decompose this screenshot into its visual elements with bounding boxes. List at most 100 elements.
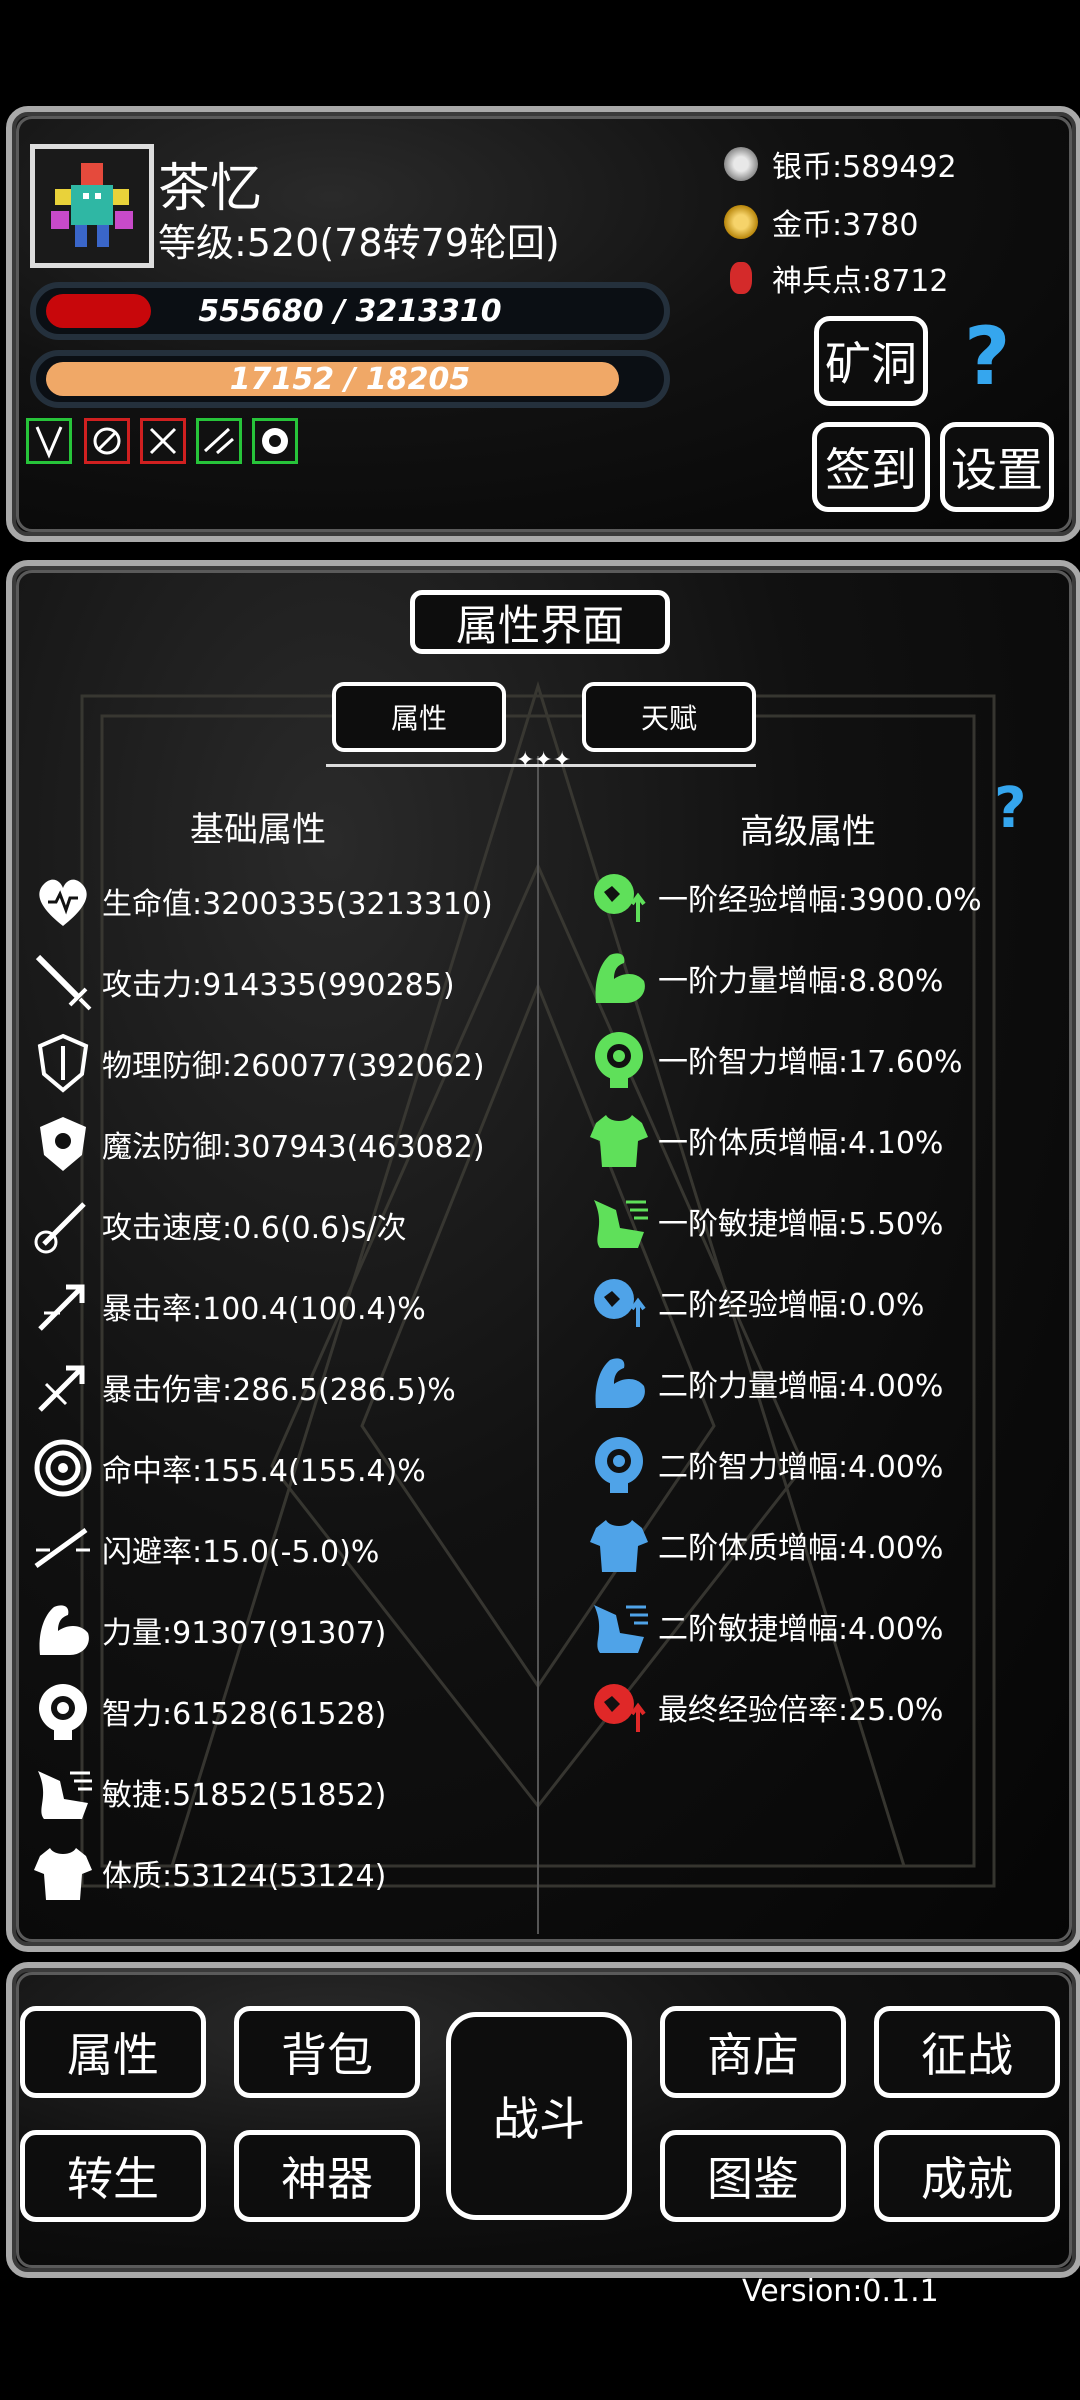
buff-icon-5[interactable] — [252, 418, 298, 464]
nav-codex-button[interactable]: 图鉴 — [660, 2130, 846, 2222]
nav-artifact-button[interactable]: 神器 — [234, 2130, 420, 2222]
arm-icon — [595, 953, 645, 1003]
basic-stat-text: 魔法防御:307943(463082) — [102, 1130, 485, 1165]
boot-icon — [594, 1605, 648, 1653]
avatar-icon — [51, 163, 133, 247]
advanced-stat-row: 二阶敏捷增幅:4.00% — [586, 1593, 943, 1659]
crit-rate-icon — [38, 1284, 85, 1331]
exp-bar: 17152 / 18205 — [30, 350, 670, 408]
attack-speed-icon — [34, 1202, 86, 1254]
nav-conquest-button[interactable]: 征战 — [874, 2006, 1060, 2098]
nav-battle-button[interactable]: 战斗 — [446, 2012, 632, 2220]
advanced-stat-text: 二阶智力增幅:4.00% — [658, 1450, 944, 1485]
basic-stat-text: 力量:91307(91307) — [102, 1616, 387, 1651]
advanced-stat-text: 二阶敏捷增幅:4.00% — [658, 1612, 944, 1647]
gold-coin: 金币:3780 — [724, 200, 918, 244]
nav-rebirth-button[interactable]: 转生 — [20, 2130, 206, 2222]
basic-stat-row: 暴击伤害:286.5(286.5)% — [30, 1354, 456, 1420]
boot-icon — [38, 1771, 92, 1819]
help-icon[interactable]: ? — [964, 310, 1010, 403]
advanced-stat-text: 一阶敏捷增幅:5.50% — [658, 1207, 944, 1242]
advanced-stat-text: 二阶经验增幅:0.0% — [658, 1288, 925, 1323]
panel-help-icon[interactable]: ? — [994, 776, 1026, 841]
basic-stat-text: 攻击速度:0.6(0.6)s/次 — [102, 1211, 407, 1246]
basic-stat-row: 暴击率:100.4(100.4)% — [30, 1273, 426, 1339]
basic-stat-text: 暴击伤害:286.5(286.5)% — [102, 1373, 456, 1408]
avatar[interactable] — [30, 144, 154, 268]
boot-icon — [594, 1200, 648, 1248]
basic-stat-text: 敏捷:51852(51852) — [102, 1778, 387, 1813]
shield-icon — [37, 1033, 89, 1093]
basic-stat-text: 闪避率:15.0(-5.0)% — [102, 1535, 380, 1570]
basic-stat-row: 魔法防御:307943(463082) — [30, 1111, 485, 1177]
heart-icon — [39, 879, 87, 926]
arm-icon — [39, 1605, 89, 1655]
nav-achievement-button[interactable]: 成就 — [874, 2130, 1060, 2222]
advanced-stat-text: 一阶经验增幅:3900.0% — [658, 883, 982, 918]
mine-button[interactable]: 矿洞 — [814, 316, 928, 406]
divine-points: 神兵点:8712 — [724, 256, 948, 300]
settings-button[interactable]: 设置 — [940, 422, 1054, 512]
basic-attributes-title: 基础属性 — [190, 810, 326, 850]
gold-text: 金币:3780 — [772, 208, 919, 243]
player-level: 等级:520(78转79轮回) — [158, 221, 560, 265]
advanced-stat-text: 二阶力量增幅:4.00% — [658, 1369, 944, 1404]
signin-button[interactable]: 签到 — [812, 422, 930, 512]
exp-text: 17152 / 18205 — [229, 361, 471, 397]
basic-stat-text: 攻击力:914335(990285) — [102, 968, 455, 1003]
brain-icon — [595, 1437, 643, 1493]
player-name: 茶忆 — [158, 159, 263, 219]
magic-shield-icon — [40, 1117, 86, 1171]
advanced-stat-row: 二阶经验增幅:0.0% — [586, 1269, 924, 1335]
hp-text: 555680 / 3213310 — [198, 293, 502, 329]
buff-icon-2[interactable] — [84, 418, 130, 464]
tab-attributes[interactable]: 属性 — [332, 682, 506, 752]
sword-icon — [35, 954, 92, 1011]
advanced-attributes-title: 高级属性 — [740, 812, 876, 852]
arm-icon — [595, 1358, 645, 1408]
buff-icon-4[interactable] — [196, 418, 242, 464]
nav-shop-button[interactable]: 商店 — [660, 2006, 846, 2098]
divider-ornament-icon: ✦✦✦ — [516, 748, 572, 773]
advanced-stat-row: 一阶敏捷增幅:5.50% — [586, 1188, 943, 1254]
silver-coin-icon — [724, 147, 758, 181]
crit-damage-icon — [38, 1365, 85, 1412]
advanced-stat-row: 二阶智力增幅:4.00% — [586, 1431, 943, 1497]
nav-attributes-button[interactable]: 属性 — [20, 2006, 206, 2098]
basic-stat-row: 力量:91307(91307) — [30, 1597, 386, 1663]
brain-icon — [39, 1684, 87, 1740]
basic-stat-row: 攻击速度:0.6(0.6)s/次 — [30, 1192, 407, 1258]
silver-coin: 银币:589492 — [724, 142, 957, 186]
buff-icon-1[interactable] — [26, 418, 72, 464]
tab-talent[interactable]: 天赋 — [582, 682, 756, 752]
basic-stat-text: 生命值:3200335(3213310) — [102, 887, 493, 922]
shirt-icon — [590, 1520, 648, 1572]
basic-stat-row: 生命值:3200335(3213310) — [30, 868, 493, 934]
advanced-stat-text: 二阶体质增幅:4.00% — [658, 1531, 944, 1566]
basic-stat-row: 命中率:155.4(155.4)% — [30, 1435, 426, 1501]
basic-stat-row: 物理防御:260077(392062) — [30, 1030, 485, 1096]
advanced-stat-text: 一阶体质增幅:4.10% — [658, 1126, 944, 1161]
advanced-stat-row: 一阶智力增幅:17.60% — [586, 1026, 963, 1092]
version-label: Version:0.1.1 — [742, 2274, 939, 2309]
basic-stat-row: 敏捷:51852(51852) — [30, 1759, 386, 1825]
panel-title: 属性界面 — [410, 590, 670, 654]
buff-icon-3[interactable] — [140, 418, 186, 464]
shirt-icon — [590, 1115, 648, 1167]
basic-stat-text: 物理防御:260077(392062) — [102, 1049, 485, 1084]
basic-stat-text: 智力:61528(61528) — [102, 1697, 387, 1732]
silver-text: 银币:589492 — [772, 150, 957, 185]
advanced-stat-text: 一阶力量增幅:8.80% — [658, 964, 944, 999]
basic-stat-text: 体质:53124(53124) — [102, 1859, 387, 1894]
advanced-stat-row: 二阶力量增幅:4.00% — [586, 1350, 943, 1416]
shirt-icon — [34, 1848, 92, 1900]
divine-gem-icon — [730, 262, 752, 294]
nav-bag-button[interactable]: 背包 — [234, 2006, 420, 2098]
basic-stat-text: 暴击率:100.4(100.4)% — [102, 1292, 426, 1327]
gold-coin-icon — [724, 205, 758, 239]
exp-icon — [594, 874, 646, 922]
advanced-stat-row: 二阶体质增幅:4.00% — [586, 1512, 943, 1578]
basic-stat-row: 闪避率:15.0(-5.0)% — [30, 1516, 379, 1582]
advanced-stat-row: 一阶力量增幅:8.80% — [586, 945, 943, 1011]
exp-icon — [594, 1684, 646, 1732]
